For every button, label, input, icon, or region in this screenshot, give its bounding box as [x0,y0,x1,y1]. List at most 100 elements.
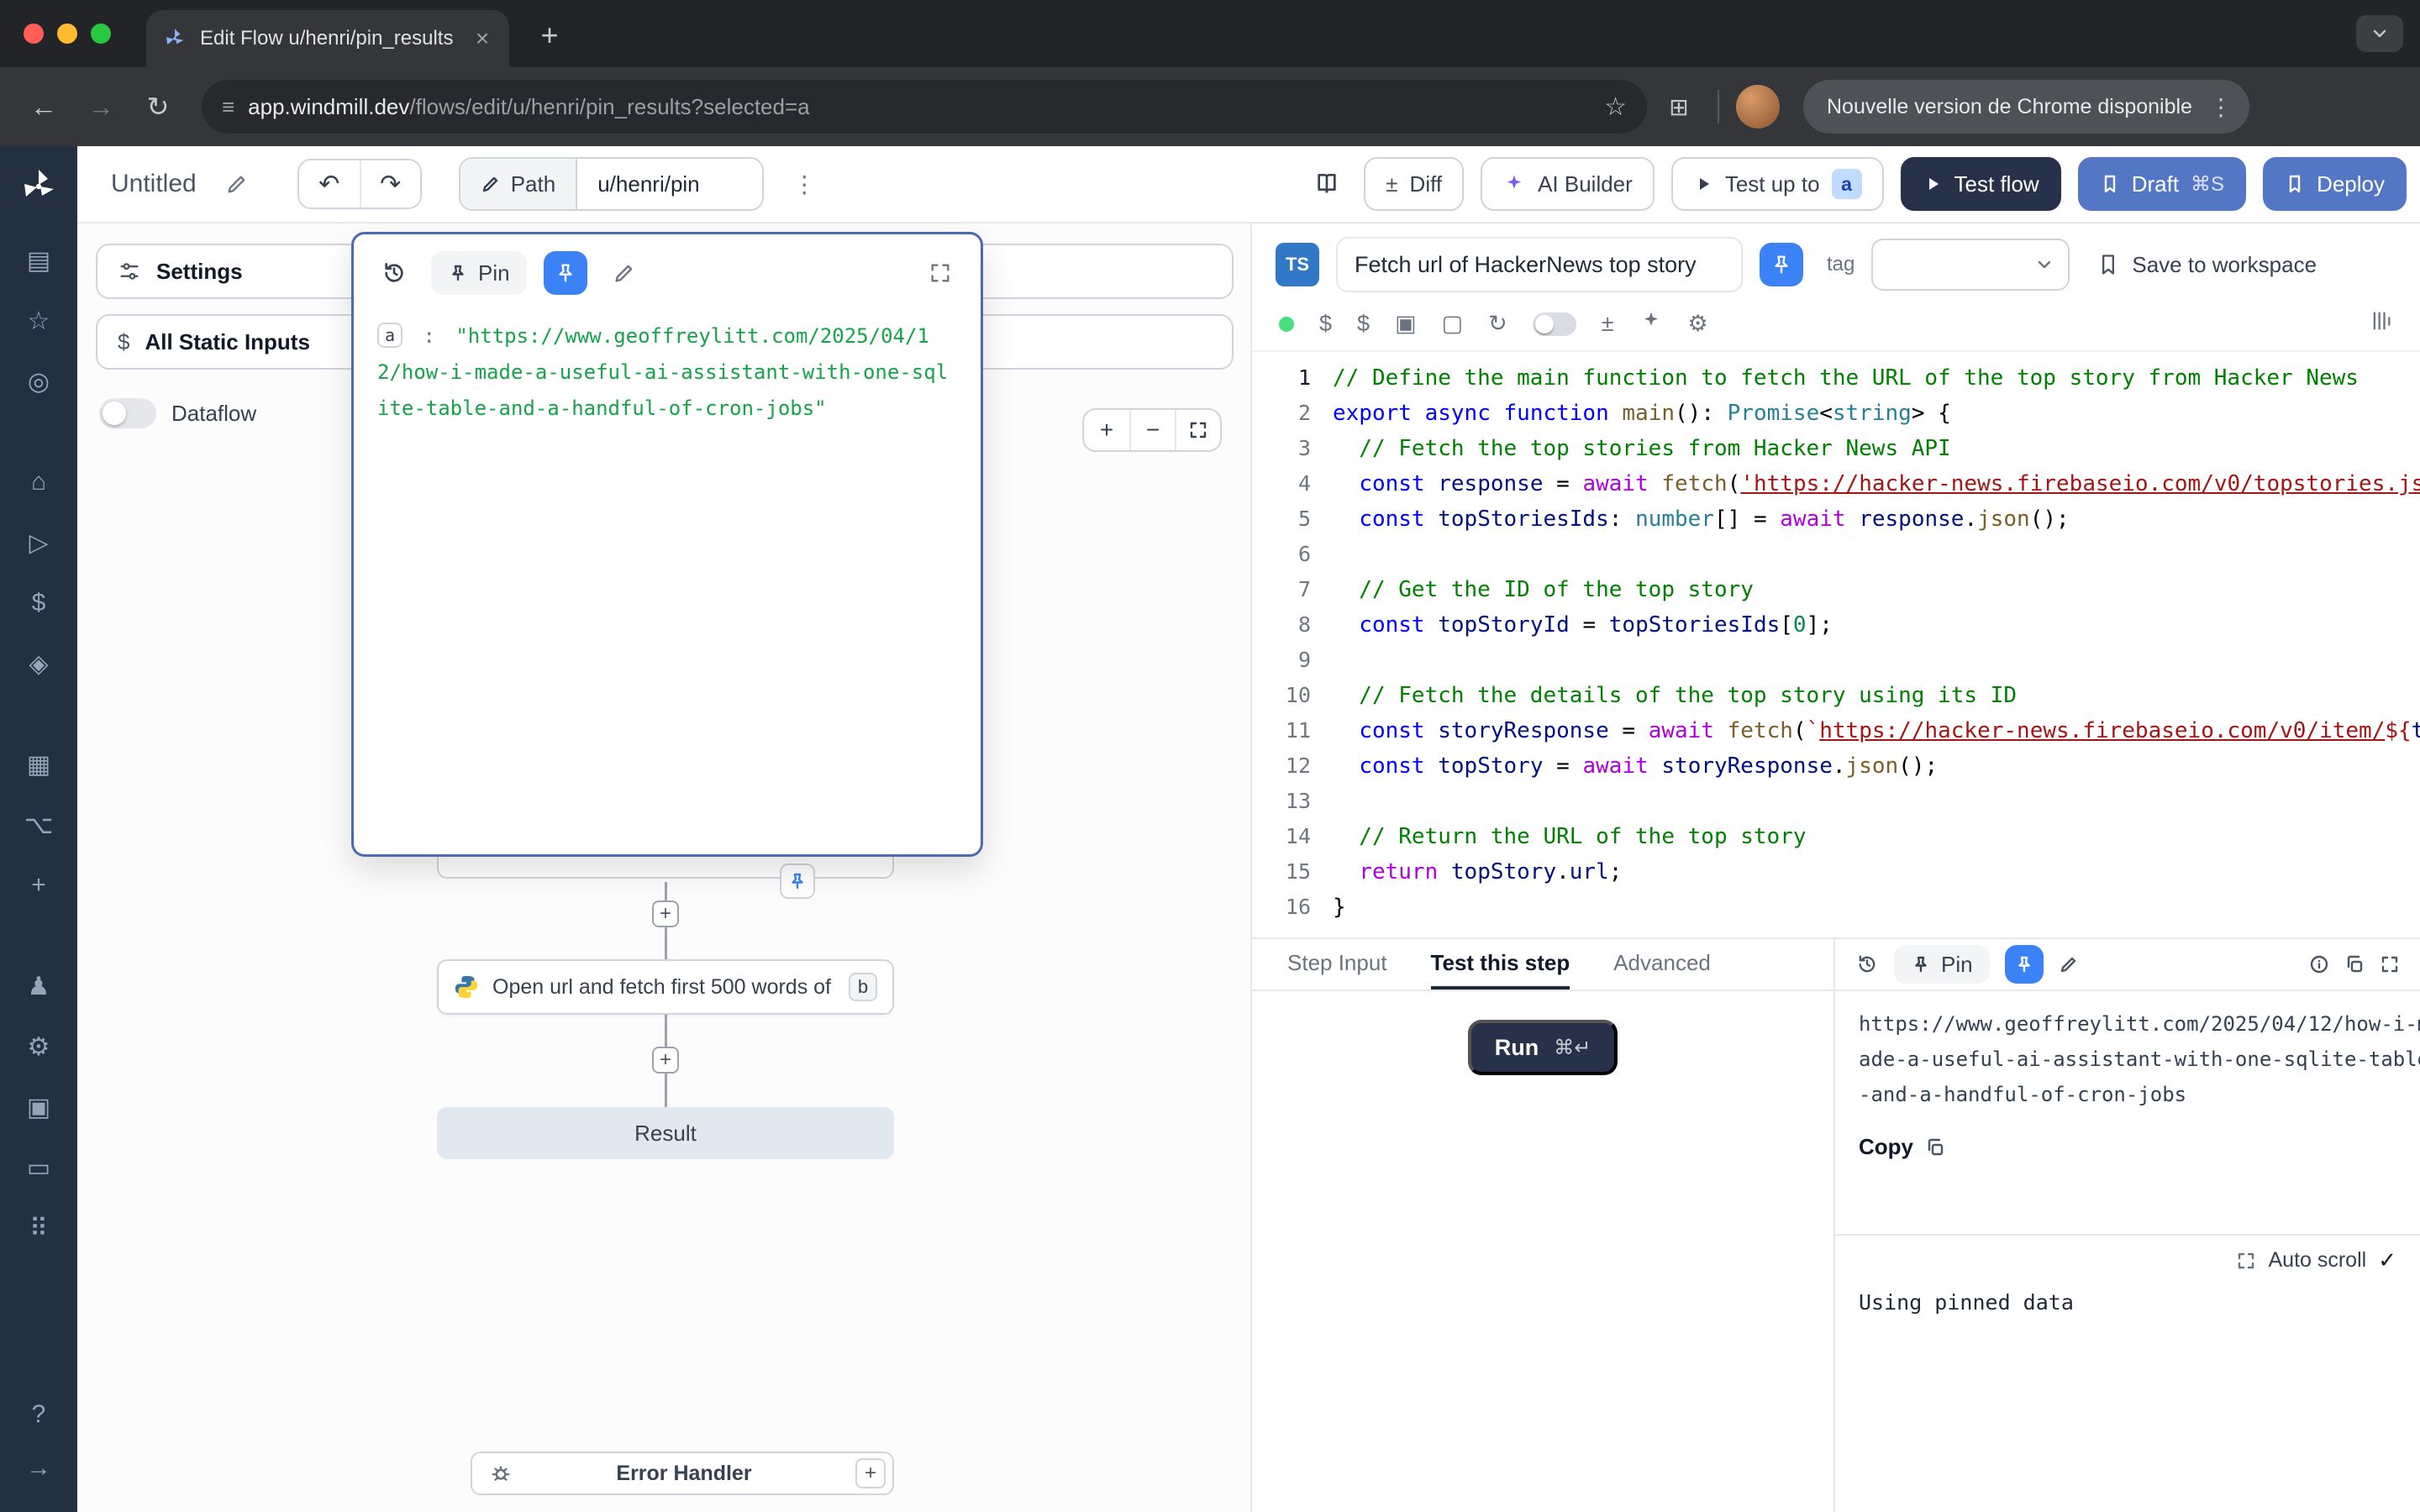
assignments-icon[interactable] [2370,309,2393,339]
add-resource-icon[interactable]: $ [1357,311,1370,337]
macos-close-button[interactable] [24,24,44,44]
edit-pin-icon[interactable] [2059,954,2079,974]
fullscreen-icon[interactable] [2236,1251,2256,1271]
sidebar-item-home[interactable]: ⌂ [0,452,77,512]
expand-result-icon[interactable] [2380,954,2400,974]
tag-select[interactable] [1871,239,2070,291]
code-line[interactable]: const topStory = await storyResponse.jso… [1333,748,2420,784]
error-handler-node[interactable]: Error Handler + [471,1452,894,1495]
reload-button[interactable]: ↻ [134,83,182,130]
tab-close-icon[interactable]: × [469,25,496,52]
code-line[interactable]: const response = await fetch('https://ha… [1333,466,2420,501]
ai-assist-icon[interactable] [1639,309,1663,339]
bookmark-star-icon[interactable]: ☆ [1604,92,1627,122]
code-line[interactable]: // Get the ID of the top story [1333,572,2420,607]
tab-advanced[interactable]: Advanced [1613,939,1711,990]
undo-button[interactable]: ↶ [299,160,360,207]
flow-title[interactable]: Untitled [111,170,197,198]
sidebar-item-search[interactable]: ◎ [0,351,77,412]
browser-menu-icon[interactable]: ⋮ [2209,93,2233,121]
pin-active-button[interactable] [544,251,587,295]
sidebar-item-apps[interactable]: ⠿ [0,1198,77,1258]
result-node[interactable]: Result [437,1107,894,1159]
dataflow-toggle[interactable] [99,398,156,428]
windmill-logo-icon[interactable] [18,166,59,207]
code-content[interactable]: // Define the main function to fetch the… [1333,360,2420,938]
zoom-out-button[interactable]: − [1129,410,1175,450]
package-icon[interactable]: ▣ [1395,311,1417,337]
step-b-node[interactable]: Open url and fetch first 500 words of ..… [437,959,894,1015]
pin-pill-button[interactable]: Pin [431,251,527,295]
macos-minimize-button[interactable] [57,24,77,44]
save-to-workspace-button[interactable]: Save to workspace [2096,252,2317,278]
code-line[interactable] [1333,537,2420,572]
sidebar-item-variables[interactable]: $ [0,573,77,633]
code-line[interactable]: const storyResponse = await fetch(`https… [1333,713,2420,748]
library-box-icon[interactable]: ▢ [1442,311,1464,337]
code-line[interactable]: // Return the URL of the top story [1333,819,2420,854]
more-options-icon[interactable]: ⋮ [784,164,824,204]
copy-button[interactable]: Copy [1859,1134,2396,1160]
path-button[interactable]: Path [460,159,578,209]
new-tab-button[interactable]: + [529,17,570,57]
code-line[interactable]: // Fetch the details of the top story us… [1333,678,2420,713]
site-controls-icon[interactable]: ≡ [222,94,234,120]
sidebar-item-docs[interactable]: ▤ [0,230,77,291]
tab-step-input[interactable]: Step Input [1287,939,1387,990]
back-button[interactable]: ← [20,83,67,130]
tab-test-this-step[interactable]: Test this step [1431,939,1570,990]
run-button[interactable]: Run ⌘↵ [1468,1020,1618,1075]
zoom-in-button[interactable]: + [1084,410,1129,450]
code-line[interactable]: return topStory.url; [1333,854,2420,890]
sidebar-item-create[interactable]: + [0,855,77,916]
code-line[interactable] [1333,643,2420,678]
extensions-icon[interactable]: ⊞ [1657,93,1701,121]
collapse-sidebar-icon[interactable]: → [0,1441,77,1495]
browser-tab[interactable]: Edit Flow u/henri/pin_results × [146,10,509,67]
sidebar-item-resources[interactable]: ◈ [0,633,77,694]
code-line[interactable]: export async function main(): Promise<st… [1333,396,2420,431]
step-a-pin-badge[interactable] [780,864,815,899]
edit-pin-icon[interactable] [604,253,644,293]
code-editor[interactable]: 12345678910111213141516 // Define the ma… [1252,352,2420,938]
auto-scroll-label[interactable]: Auto scroll [2268,1248,2366,1273]
history-icon[interactable] [1855,953,1879,976]
expand-popup-icon[interactable] [920,253,960,293]
edit-title-icon[interactable] [217,164,257,204]
code-line[interactable]: const topStoriesIds: number[] = await re… [1333,501,2420,537]
history-icon[interactable] [374,253,414,293]
ai-builder-button[interactable]: AI Builder [1481,157,1655,211]
test-flow-button[interactable]: Test flow [1901,157,2061,211]
address-bar[interactable]: ≡ app.windmill.dev/flows/edit/u/henri/pi… [202,80,1647,134]
add-step-button-2[interactable]: + [652,1047,679,1074]
add-error-handler-button[interactable]: + [855,1458,886,1488]
help-icon[interactable]: ? [0,1388,77,1441]
sidebar-item-folders[interactable]: ▭ [0,1137,77,1198]
result-pin-pill-button[interactable]: Pin [1894,945,1990,984]
profile-avatar[interactable] [1736,85,1780,129]
sidebar-item-workers[interactable]: ▣ [0,1077,77,1137]
code-line[interactable]: // Define the main function to fetch the… [1333,360,2420,396]
sidebar-item-flows[interactable]: ⌥ [0,795,77,855]
editor-settings-icon[interactable]: ⚙ [1688,311,1708,337]
code-line[interactable] [1333,784,2420,819]
tab-search-button[interactable] [2356,15,2403,52]
forward-button[interactable]: → [77,83,124,130]
docs-book-icon[interactable] [1307,164,1347,204]
test-up-to-button[interactable]: Test up toa [1671,157,1884,211]
sidebar-item-user[interactable]: ♟ [0,956,77,1016]
add-step-button-1[interactable]: + [652,900,679,927]
check-icon[interactable]: ✓ [2378,1247,2396,1273]
code-line[interactable]: // Fetch the top stories from Hacker New… [1333,431,2420,466]
diff-button[interactable]: ±Diff [1364,157,1464,211]
fit-view-button[interactable] [1175,410,1220,450]
sidebar-item-schedules[interactable]: ▦ [0,734,77,795]
sidebar-item-runs[interactable]: ▷ [0,512,77,573]
reset-icon[interactable]: ↻ [1488,311,1507,337]
redo-button[interactable]: ↷ [360,160,420,207]
step-pin-active-button[interactable] [1760,243,1803,286]
copy-result-icon[interactable] [2344,954,2365,974]
diff-mode-icon[interactable]: ± [1602,311,1614,337]
chrome-update-button[interactable]: Nouvelle version de Chrome disponible ⋮ [1803,80,2249,134]
code-line[interactable]: const topStoryId = topStoriesIds[0]; [1333,607,2420,643]
